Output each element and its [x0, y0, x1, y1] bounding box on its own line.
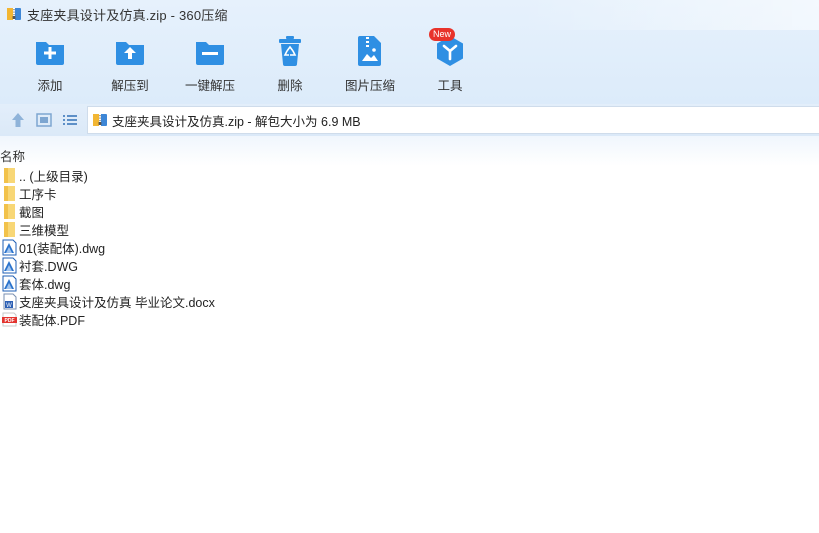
folder-icon	[4, 221, 15, 237]
file-list: .. (上级目录) 工序卡 截图 三维模型 01(装配体).dwg 衬套.DWG…	[0, 166, 819, 328]
list-view-icon[interactable]	[61, 111, 79, 129]
name-column-header[interactable]: 名称	[0, 146, 25, 165]
pdf-file-icon: PDF	[2, 312, 17, 326]
file-name: 支座夹具设计及仿真 毕业论文.docx	[19, 295, 215, 310]
navigation-bar: 支座夹具设计及仿真.zip - 解包大小为 6.9 MB	[0, 104, 819, 136]
one-click-extract-label: 一键解压	[184, 79, 235, 93]
thumbnail-view-icon[interactable]	[35, 111, 53, 129]
file-name: 衬套.DWG	[19, 259, 79, 274]
list-item[interactable]: PDF 装配体.PDF	[0, 310, 819, 328]
image-compress-button[interactable]: 图片压缩	[330, 34, 410, 96]
extract-folder-icon	[116, 42, 144, 65]
list-item[interactable]: W 支座夹具设计及仿真 毕业论文.docx	[0, 292, 819, 310]
svg-text:PDF: PDF	[5, 318, 15, 324]
address-text: 支座夹具设计及仿真.zip - 解包大小为 6.9 MB	[112, 114, 361, 129]
file-name: 三维模型	[19, 223, 70, 238]
delete-button[interactable]: 删除	[250, 34, 330, 96]
file-name: 套体.dwg	[19, 277, 71, 292]
zip-archive-icon	[93, 114, 107, 126]
file-name: 01(装配体).dwg	[19, 241, 106, 256]
address-bar[interactable]: 支座夹具设计及仿真.zip - 解包大小为 6.9 MB	[87, 106, 819, 134]
list-item[interactable]: 01(装配体).dwg	[0, 238, 819, 256]
title-bar: 支座夹具设计及仿真.zip - 360压缩	[0, 0, 819, 28]
file-name: 工序卡	[19, 187, 57, 202]
list-item[interactable]: 工序卡	[0, 184, 819, 202]
folder-icon	[4, 185, 15, 201]
up-arrow-icon[interactable]	[9, 111, 27, 129]
toolbar: 添加 解压到 一键解压 删除 图片压缩 New 工具	[0, 28, 819, 96]
window-chrome: 支座夹具设计及仿真.zip - 360压缩 添加 解压到 一键解压 删除 图片压…	[0, 0, 819, 104]
list-item[interactable]: 衬套.DWG	[0, 256, 819, 274]
add-button[interactable]: 添加	[10, 34, 90, 96]
file-name: .. (上级目录)	[19, 169, 88, 184]
list-item[interactable]: 套体.dwg	[0, 274, 819, 292]
list-item[interactable]: 三维模型	[0, 220, 819, 238]
one-click-extract-icon	[196, 42, 224, 65]
window-title: 支座夹具设计及仿真.zip - 360压缩	[27, 7, 228, 23]
new-badge: New	[429, 28, 456, 41]
image-compress-icon	[358, 36, 381, 66]
image-compress-label: 图片压缩	[344, 79, 395, 93]
extract-to-label: 解压到	[111, 79, 149, 93]
svg-text:W: W	[6, 303, 12, 309]
folder-icon	[4, 167, 15, 183]
dwg-file-icon	[2, 275, 17, 291]
tools-button[interactable]: New 工具	[410, 28, 490, 96]
file-name: 截图	[19, 205, 45, 220]
zip-archive-icon	[7, 8, 21, 20]
add-label: 添加	[37, 79, 63, 93]
one-click-extract-button[interactable]: 一键解压	[170, 34, 250, 96]
list-item[interactable]: .. (上级目录)	[0, 166, 819, 184]
tools-label: 工具	[437, 79, 463, 93]
file-name: 装配体.PDF	[19, 313, 85, 328]
add-folder-icon	[36, 42, 64, 65]
dwg-file-icon	[2, 239, 17, 255]
folder-icon	[4, 203, 15, 219]
recycle-bin-icon	[279, 36, 301, 66]
dwg-file-icon	[2, 257, 17, 273]
word-file-icon: W	[3, 293, 17, 309]
extract-to-button[interactable]: 解压到	[90, 34, 170, 96]
list-header: 名称	[0, 136, 819, 166]
list-item[interactable]: 截图	[0, 202, 819, 220]
delete-label: 删除	[277, 79, 303, 93]
